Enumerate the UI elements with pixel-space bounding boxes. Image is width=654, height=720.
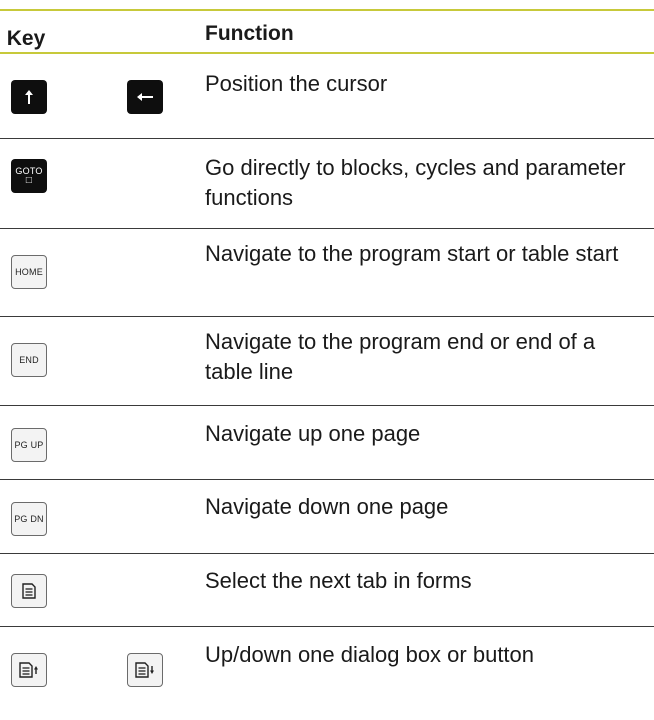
function-text: Navigate down one page — [205, 494, 449, 519]
home-key: HOME — [11, 255, 47, 289]
arrow-left-icon — [127, 80, 163, 114]
goto-key: GOTO □ — [11, 159, 47, 193]
function-text: Navigate to the program start or table s… — [205, 241, 619, 266]
arrow-up-icon — [11, 80, 47, 114]
table-top-rule — [0, 9, 654, 11]
end-key-label: END — [19, 355, 39, 365]
header-function: Function — [205, 22, 294, 45]
row-divider — [0, 138, 654, 139]
function-text: Navigate to the program end or end of a … — [205, 329, 596, 384]
page-down-key-label: PG DN — [14, 514, 44, 524]
function-text: Navigate up one page — [205, 421, 421, 446]
row-divider — [0, 316, 654, 317]
form-down-icon — [127, 653, 163, 687]
page-down-key: PG DN — [11, 502, 47, 536]
row-divider — [0, 553, 654, 554]
page-up-key-label: PG UP — [14, 440, 44, 450]
form-tab-icon — [11, 574, 47, 608]
row-divider — [0, 228, 654, 229]
goto-key-sub: □ — [25, 175, 33, 186]
header-key: Key — [6, 27, 46, 50]
row-divider — [0, 405, 654, 406]
function-text: Position the cursor — [205, 71, 388, 96]
home-key-label: HOME — [15, 267, 43, 277]
form-up-icon — [11, 653, 47, 687]
end-key: END — [11, 343, 47, 377]
page-up-key: PG UP — [11, 428, 47, 462]
function-text: Select the next tab in forms — [205, 568, 472, 593]
function-text: Go directly to blocks, cycles and parame… — [205, 155, 626, 210]
row-divider — [0, 479, 654, 480]
header-rule — [0, 52, 654, 54]
row-divider — [0, 626, 654, 627]
function-text: Up/down one dialog box or button — [205, 642, 535, 667]
